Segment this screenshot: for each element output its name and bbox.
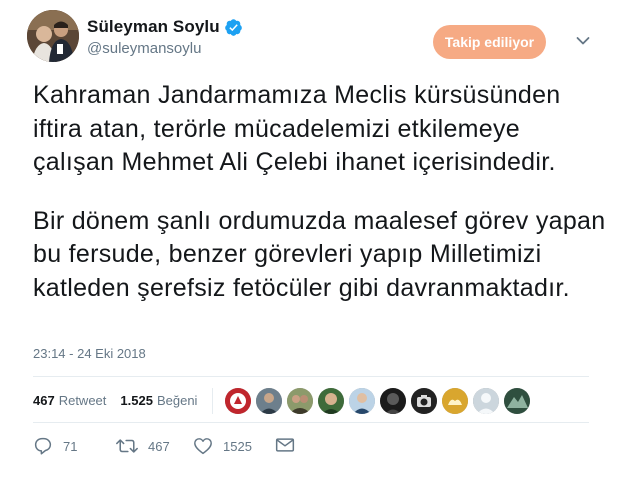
retweet-stat-label: Retweet <box>58 393 107 408</box>
display-name[interactable]: Süleyman Soylu <box>87 17 220 37</box>
liker-avatars <box>225 388 535 414</box>
envelope-icon <box>275 438 295 452</box>
liker-avatar[interactable] <box>504 388 530 414</box>
like-stat[interactable]: 1.525 Beğeni <box>120 393 197 408</box>
liker-avatar[interactable] <box>256 388 282 414</box>
like-count: 1525 <box>223 438 252 454</box>
retweet-count: 467 <box>148 438 170 454</box>
liker-avatar[interactable] <box>473 388 499 414</box>
verified-badge-icon <box>224 18 242 36</box>
liker-avatar[interactable] <box>411 388 437 414</box>
liker-avatar[interactable] <box>225 388 251 414</box>
tweet-timestamp[interactable]: 23:14 - 24 Eki 2018 <box>33 346 146 361</box>
reply-icon <box>34 437 52 455</box>
direct-message-button[interactable] <box>275 437 295 453</box>
divider <box>33 422 589 423</box>
retweet-button[interactable]: 467 <box>116 437 170 455</box>
liker-avatar[interactable] <box>442 388 468 414</box>
user-handle[interactable]: @suleymansoylu <box>87 40 243 57</box>
stats-separator <box>212 388 213 414</box>
liker-avatar[interactable] <box>318 388 344 414</box>
liker-avatar[interactable] <box>380 388 406 414</box>
tweet-header: Süleyman Soylu @suleymansoylu Takip edil… <box>27 10 607 70</box>
user-avatar[interactable] <box>27 10 79 62</box>
like-button[interactable]: 1525 <box>193 437 252 455</box>
following-button[interactable]: Takip ediliyor <box>433 25 546 59</box>
tweet-paragraph: Bir dönem şanlı ordumuzda maalesef görev… <box>33 206 606 302</box>
tweet-paragraph: Kahraman Jandarmamıza Meclis kürsüsünden… <box>33 81 561 176</box>
liker-avatar[interactable] <box>349 388 375 414</box>
like-stat-label: Beğeni <box>156 393 198 408</box>
retweet-stat[interactable]: 467 Retweet <box>33 393 106 408</box>
name-row: Süleyman Soylu <box>87 17 243 37</box>
retweet-stat-count: 467 <box>33 393 55 408</box>
liker-avatar[interactable] <box>287 388 313 414</box>
tweet-stats: 467 Retweet 1.525 Beğeni <box>33 393 197 408</box>
user-name-block: Süleyman Soylu @suleymansoylu <box>87 17 243 57</box>
chevron-down-icon[interactable] <box>576 36 590 46</box>
retweet-icon <box>116 439 138 453</box>
reply-button[interactable]: 71 <box>33 437 77 455</box>
divider <box>33 376 589 377</box>
like-stat-count: 1.525 <box>120 393 153 408</box>
heart-icon <box>194 438 212 455</box>
tweet-text: Kahraman Jandarmamıza Meclis kürsüsünden… <box>33 79 608 305</box>
reply-count: 71 <box>63 438 78 454</box>
